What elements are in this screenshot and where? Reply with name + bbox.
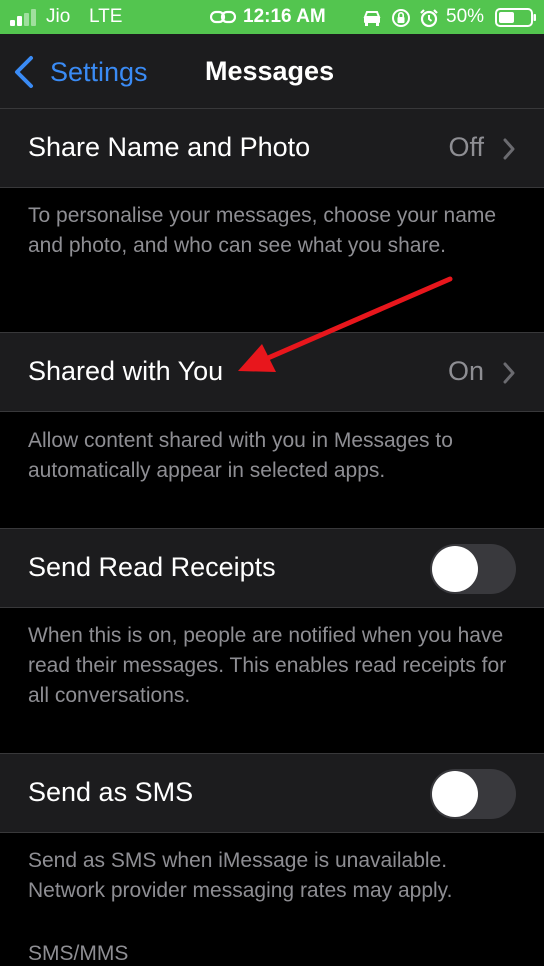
send-as-sms-footer: Send as SMS when iMessage is unavailable… xyxy=(28,849,453,902)
network-type: LTE xyxy=(89,6,123,27)
send-read-receipts-footer: When this is on, people are notified whe… xyxy=(28,624,507,707)
send-read-receipts-toggle[interactable] xyxy=(430,544,516,594)
navigation-bar: Settings Messages xyxy=(0,34,544,108)
send-as-sms-row: Send as SMS xyxy=(0,753,544,833)
signal-icon xyxy=(10,9,40,26)
chevron-right-icon xyxy=(503,138,515,160)
car-icon xyxy=(363,11,381,26)
send-read-receipts-row: Send Read Receipts xyxy=(0,528,544,608)
share-name-photo-label: Share Name and Photo xyxy=(28,132,311,162)
back-button[interactable]: Settings xyxy=(12,52,148,92)
shared-with-you-footer: Allow content shared with you in Message… xyxy=(28,429,453,482)
chevron-right-icon xyxy=(503,362,515,384)
toggle-knob xyxy=(432,771,478,817)
share-name-photo-value: Off xyxy=(448,132,484,162)
hotspot-icon xyxy=(210,10,236,24)
orientation-lock-icon xyxy=(392,9,410,27)
send-as-sms-toggle[interactable] xyxy=(430,769,516,819)
shared-with-you-row[interactable]: Shared with You On xyxy=(0,332,544,412)
sms-mms-section-header: SMS/MMS xyxy=(28,942,129,965)
battery-icon xyxy=(495,8,536,27)
toggle-knob xyxy=(432,546,478,592)
send-read-receipts-label: Send Read Receipts xyxy=(28,552,276,582)
share-name-photo-footer: To personalise your messages, choose you… xyxy=(28,204,497,257)
share-name-photo-row[interactable]: Share Name and Photo Off xyxy=(0,108,544,188)
shared-with-you-value: On xyxy=(447,356,484,386)
page-title: Messages xyxy=(205,56,335,86)
carrier-name: Jio xyxy=(46,6,71,27)
battery-percentage: 50% xyxy=(446,6,485,27)
shared-with-you-label: Shared with You xyxy=(28,356,224,386)
chevron-left-icon xyxy=(15,56,33,88)
status-bar: Jio LTE 12:16 AM 50% xyxy=(0,0,544,34)
back-button-label: Settings xyxy=(50,56,148,87)
send-as-sms-label: Send as SMS xyxy=(28,777,194,807)
alarm-icon xyxy=(420,9,438,28)
status-time: 12:16 AM xyxy=(243,6,326,27)
